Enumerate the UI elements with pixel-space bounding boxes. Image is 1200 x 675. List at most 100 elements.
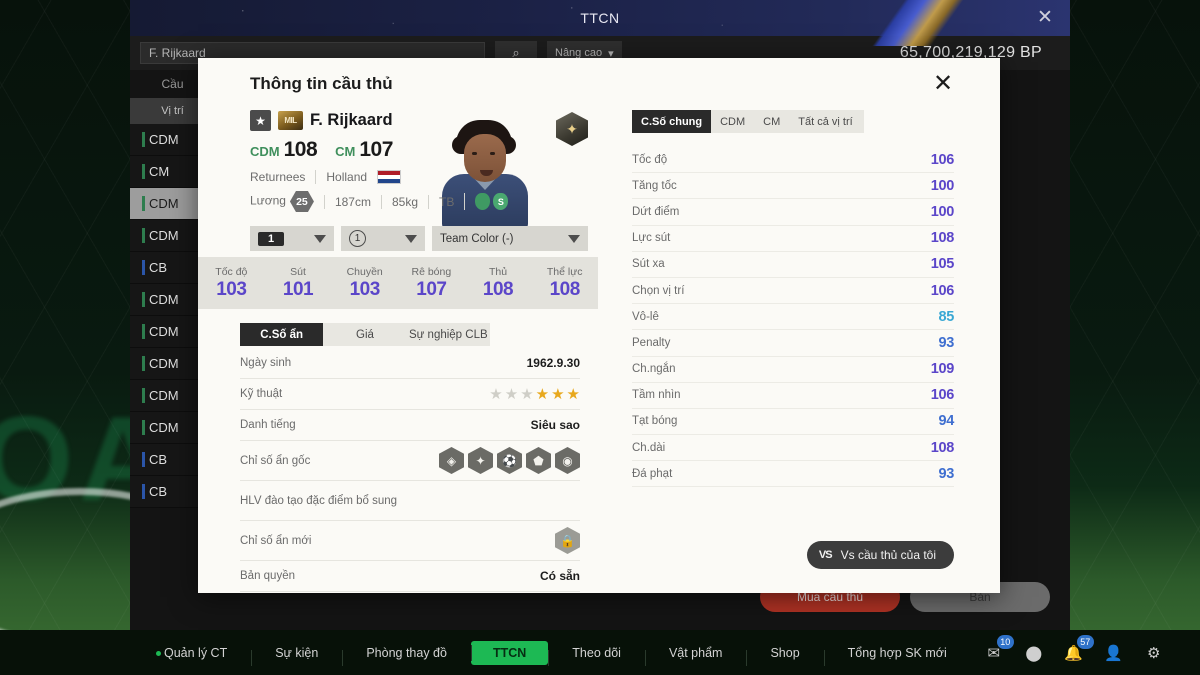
detail-stat-label: Đá phạt — [632, 467, 673, 480]
right-tab-cm[interactable]: CM — [754, 110, 789, 133]
detail-stat-label: Ch.ngắn — [632, 363, 676, 376]
main-stat-label: Sút — [290, 265, 306, 278]
window-close-icon[interactable]: ✕ — [1034, 7, 1056, 29]
right-tab-bar: C.Số chung CDM CM Tất cả vị trí — [632, 110, 864, 133]
detail-stat-value: 108 — [930, 230, 955, 247]
main-stat-cell: Chuyền 103 — [331, 266, 398, 301]
list-item-traits: Chỉ số ẩn gốc ◈ ✦ ⚽ ⬟ ◉ — [240, 441, 580, 481]
rating-value-primary: 108 — [283, 138, 318, 161]
detail-stat-row: Sút xa 105 — [632, 252, 954, 278]
nav-item-label: Tổng hợp SK mới — [847, 645, 947, 660]
detail-stat-row: Tốc độ 106 — [632, 147, 954, 174]
new-traits-label: Chỉ số ẩn mới — [240, 534, 312, 547]
reputation-value: Siêu sao — [530, 418, 580, 432]
nav-item-shop[interactable]: Shop — [746, 645, 823, 666]
main-stat-label: Thủ — [488, 265, 508, 278]
ball-trait-icon: ◉ — [555, 447, 580, 474]
detail-stat-value: 106 — [930, 387, 955, 404]
titlebar-banner-art — [855, 0, 985, 46]
position-label: CDM — [149, 420, 179, 435]
player-foot-label: TB — [428, 194, 464, 209]
list-item-skill: Kỹ thuật ★ ★ ★ ★ ★ ★ — [240, 379, 580, 410]
main-stat-cell: Thủ 108 — [465, 266, 532, 301]
window-title: TTCN — [580, 10, 620, 26]
nav-item-s-ki-n[interactable]: Sự kiện — [251, 645, 342, 666]
selector-row: 1 1 Team Color (-) — [250, 226, 598, 251]
nav-item-ttcn[interactable]: TTCN — [470, 640, 549, 665]
detail-stat-value: 108 — [930, 439, 955, 456]
notification-dot-icon — [156, 650, 161, 656]
player-meta-secondary: Lương 25 187cm 85kg TB S — [250, 191, 598, 212]
left-tab-c-s-n[interactable]: C.Số ẩn — [240, 323, 324, 346]
nav-item-label: Quản lý CT — [164, 645, 228, 660]
player-name-row: ★ MIL F. Rijkaard — [250, 110, 598, 131]
mail-icon[interactable]: ✉ 10 — [983, 634, 1014, 664]
main-stat-cell: Thể lực 108 — [531, 266, 598, 301]
right-tab-t-t-c-v-tr-[interactable]: Tất cả vị trí — [789, 110, 861, 133]
detail-stats-list: Tốc độ 106 Tăng tốc 100 Dứt điểm 100 Lực sút 10… — [632, 147, 955, 488]
window-titlebar: TTCN ✕ — [130, 0, 1070, 46]
list-item-reputation: Danh tiếng Siêu sao — [240, 410, 580, 441]
nav-item-label: TTCN — [492, 645, 527, 660]
detail-stat-row: Chọn vị trí 106 — [632, 278, 955, 305]
left-tab-gi-[interactable]: Giá — [323, 323, 406, 346]
main-stat-label: Thể lực — [546, 265, 583, 278]
nav-item-theo-d-i[interactable]: Theo dõi — [548, 646, 645, 666]
position-label: CB — [149, 260, 168, 275]
list-item-new-traits: Chỉ số ẩn mới 🔒 — [240, 521, 580, 561]
detail-stat-row: Tạt bóng 94 — [632, 409, 954, 436]
player-ratings: CDM 108 CM 107 — [250, 138, 598, 162]
right-tab-c-s-chung[interactable]: C.Số chung — [632, 110, 712, 133]
chevron-down-icon — [405, 234, 417, 243]
skill-star-rating: ★ ★ ★ ★ ★ ★ — [489, 385, 580, 403]
skill-label: Kỹ thuật — [240, 388, 283, 400]
detail-stat-value: 100 — [930, 177, 955, 194]
modal-close-icon[interactable]: ✕ — [930, 72, 956, 98]
star-icon: ★ — [535, 386, 550, 403]
detail-stat-value: 106 — [930, 282, 955, 299]
profile-icon[interactable]: 👤 — [1103, 642, 1125, 664]
list-item-license: Bản quyền Có sẵn — [240, 561, 580, 592]
bell-icon[interactable]: 🔔 57 — [1063, 634, 1094, 664]
boot-trait-icon: ⚽ — [497, 447, 522, 474]
main-stat-cell: Tốc độ 103 — [198, 266, 265, 301]
player-height: 187cm — [323, 194, 381, 209]
detail-stat-label: Lực sút — [632, 232, 671, 245]
coach-traits-label: HLV đào tạo đặc điểm bổ sung — [240, 494, 398, 507]
level-dropdown[interactable]: 1 — [250, 226, 334, 251]
globe-icon[interactable]: ⬤ — [1023, 642, 1045, 664]
detail-stat-row: Penalty 93 — [632, 330, 954, 357]
nav-item-label: Shop — [770, 645, 800, 660]
player-identity: ★ MIL F. Rijkaard CDM 108 CM 107 Returne… — [250, 110, 598, 212]
detail-stat-value: 93 — [938, 334, 954, 351]
detail-stat-label: Tầm nhìn — [632, 389, 681, 402]
nav-item-qu-n-l-ct[interactable]: Quản lý CT — [140, 646, 251, 660]
settings-gear-icon[interactable]: ⚙ — [1143, 642, 1165, 664]
nav-item-v-t-ph-m[interactable]: Vật phẩm — [644, 646, 747, 666]
position-label: CDM — [149, 324, 179, 339]
player-name: F. Rijkaard — [310, 111, 393, 129]
rating-position-secondary: CM — [335, 144, 356, 159]
star-icon: ★ — [566, 386, 580, 403]
boost-dropdown[interactable]: 1 — [341, 226, 425, 251]
position-color-tick — [142, 132, 145, 147]
nav-item-label: Phòng thay đồ — [366, 645, 447, 660]
nav-item-label: Sự kiện — [275, 645, 319, 660]
detail-stat-value: 85 — [938, 308, 954, 325]
player-collection: Returnees — [250, 170, 306, 184]
vs-my-player-button[interactable]: VS Vs cầu thủ của tôi — [806, 541, 954, 569]
nav-icon-tray: ✉ 10 ⬤ 🔔 57 👤 ⚙ — [983, 634, 1165, 664]
foot-icon-weak — [475, 193, 491, 210]
detail-stat-row: Tăng tốc 100 — [632, 173, 955, 200]
detail-stat-value: 93 — [938, 465, 954, 482]
wage-label: Lương 25 — [250, 191, 324, 212]
detail-stat-label: Dứt điểm — [632, 205, 680, 218]
team-color-value: Team Color (-) — [440, 232, 514, 245]
left-tab-s-nghi-p-clb[interactable]: Sự nghiệp CLB — [407, 323, 490, 346]
team-color-dropdown[interactable]: Team Color (-) — [432, 226, 588, 251]
nav-item-t-ng-h-p-sk-m-i[interactable]: Tổng hợp SK mới — [823, 645, 971, 666]
nav-item-ph-ng-thay-[interactable]: Phòng thay đồ — [342, 645, 471, 666]
star-icon: ★ — [250, 110, 271, 131]
main-stat-value: 101 — [282, 278, 314, 300]
right-tab-cdm[interactable]: CDM — [711, 110, 754, 133]
